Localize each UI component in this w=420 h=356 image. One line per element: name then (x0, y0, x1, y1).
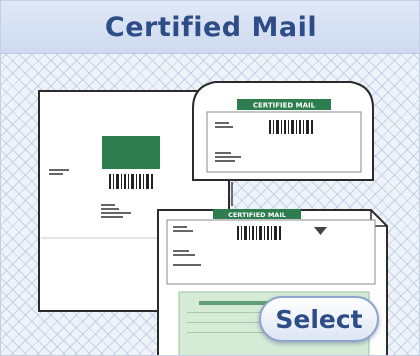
select-button[interactable]: Select (259, 296, 379, 342)
envelope: CERTIFIED MAIL (192, 81, 374, 181)
select-button-label: Select (275, 304, 363, 334)
card-header: Certified Mail (1, 1, 419, 54)
green-stamp-block (102, 136, 160, 169)
card-title: Certified Mail (104, 11, 318, 43)
form-label: CERTIFIED MAIL (228, 211, 286, 219)
envelope-label: CERTIFIED MAIL (253, 102, 316, 110)
certified-mail-card[interactable]: Certified Mail CERTIFIED MAIL CERTIFIED … (0, 0, 420, 356)
